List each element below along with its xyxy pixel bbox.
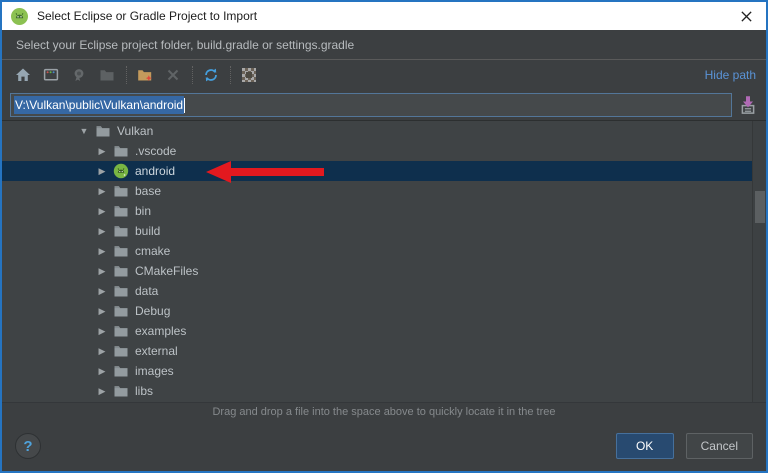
- chevron-collapsed-icon[interactable]: ▶: [96, 146, 108, 157]
- tree-row-vscode[interactable]: ▶ .vscode: [2, 141, 766, 161]
- new-folder-icon[interactable]: [134, 64, 156, 86]
- tree-row-label: external: [135, 344, 178, 358]
- refresh-icon[interactable]: [200, 64, 222, 86]
- dialog-title: Select Eclipse or Gradle Project to Impo…: [37, 9, 257, 23]
- folder-icon: [113, 343, 129, 359]
- chevron-collapsed-icon[interactable]: ▶: [96, 246, 108, 257]
- chevron-collapsed-icon[interactable]: ▶: [96, 286, 108, 297]
- tree-row-label: CMakeFiles: [135, 264, 198, 278]
- path-value: V:\Vulkan\public\Vulkan\android: [14, 96, 184, 114]
- folder-icon: [113, 223, 129, 239]
- cancel-button[interactable]: Cancel: [686, 433, 753, 459]
- help-icon[interactable]: ?: [15, 433, 41, 459]
- home-icon[interactable]: [12, 64, 34, 86]
- chevron-collapsed-icon[interactable]: ▶: [96, 206, 108, 217]
- folder-icon: [113, 203, 129, 219]
- chevron-collapsed-icon[interactable]: ▶: [96, 186, 108, 197]
- folder-icon: [113, 263, 129, 279]
- android-studio-icon: [11, 8, 28, 25]
- file-chooser-toolbar: Hide path: [2, 60, 766, 90]
- close-icon[interactable]: [735, 5, 757, 27]
- tree-row-build[interactable]: ▶ build: [2, 221, 766, 241]
- tree-row-label: examples: [135, 324, 186, 338]
- folder-icon: [113, 143, 129, 159]
- hide-path-link[interactable]: Hide path: [705, 68, 756, 82]
- tree-row-label: cmake: [135, 244, 170, 258]
- show-hidden-files-icon[interactable]: [238, 64, 260, 86]
- import-project-dialog: Select Eclipse or Gradle Project to Impo…: [0, 0, 768, 473]
- folder-icon: [113, 283, 129, 299]
- tree-row-libs[interactable]: ▶ libs: [2, 381, 766, 401]
- chevron-expanded-icon[interactable]: ▼: [78, 126, 90, 136]
- folder-icon: [113, 183, 129, 199]
- tree-row-label: bin: [135, 204, 151, 218]
- tree-row-label: android: [135, 164, 175, 178]
- folder-icon: [113, 323, 129, 339]
- tree-row-base[interactable]: ▶ base: [2, 181, 766, 201]
- tree-row-cmake[interactable]: ▶ cmake: [2, 241, 766, 261]
- instruction-text: Select your Eclipse project folder, buil…: [2, 30, 766, 60]
- chevron-collapsed-icon[interactable]: ▶: [96, 166, 108, 177]
- tree-row-label: images: [135, 364, 174, 378]
- tree-row-android[interactable]: ▶ android: [2, 161, 766, 181]
- text-caret: [184, 98, 185, 113]
- chevron-collapsed-icon[interactable]: ▶: [96, 366, 108, 377]
- drag-drop-hint: Drag and drop a file into the space abov…: [2, 402, 766, 421]
- folder-icon: [113, 303, 129, 319]
- tree-row-label: Debug: [135, 304, 170, 318]
- module-icon: [68, 64, 90, 86]
- ok-button[interactable]: OK: [616, 433, 674, 459]
- chevron-collapsed-icon[interactable]: ▶: [96, 326, 108, 337]
- chevron-collapsed-icon[interactable]: ▶: [96, 226, 108, 237]
- scrollbar-thumb[interactable]: [755, 191, 765, 223]
- tree-row-examples[interactable]: ▶ examples: [2, 321, 766, 341]
- tree-row-debug[interactable]: ▶ Debug: [2, 301, 766, 321]
- chevron-collapsed-icon[interactable]: ▶: [96, 266, 108, 277]
- tree-row-external[interactable]: ▶ external: [2, 341, 766, 361]
- folder-icon: [113, 363, 129, 379]
- delete-icon: [162, 64, 184, 86]
- folder-icon: [113, 383, 129, 399]
- toolbar-separator: [192, 66, 193, 84]
- path-row: V:\Vulkan\public\Vulkan\android: [2, 90, 766, 120]
- tree-row-label: build: [135, 224, 160, 238]
- path-input[interactable]: V:\Vulkan\public\Vulkan\android: [10, 93, 732, 117]
- folder-icon: [95, 123, 111, 139]
- tree-row-label: .vscode: [135, 144, 176, 158]
- folder-icon: [113, 243, 129, 259]
- tree-row-vulkan[interactable]: ▼ Vulkan: [2, 121, 766, 141]
- toolbar-separator: [126, 66, 127, 84]
- tree-row-label: base: [135, 184, 161, 198]
- file-tree: ▼ Vulkan ▶ .vscode ▶ android ▶ base ▶ bin ▶ build ▶ c…: [2, 120, 766, 402]
- dialog-footer: ? OK Cancel: [2, 421, 766, 471]
- tree-row-images[interactable]: ▶ images: [2, 361, 766, 381]
- tree-row-label: data: [135, 284, 158, 298]
- android-project-icon: [113, 163, 129, 179]
- chevron-collapsed-icon[interactable]: ▶: [96, 306, 108, 317]
- toolbar-separator: [230, 66, 231, 84]
- title-bar: Select Eclipse or Gradle Project to Impo…: [2, 2, 766, 30]
- tree-row-label: libs: [135, 384, 153, 398]
- project-folder-icon: [96, 64, 118, 86]
- jump-to-path-icon[interactable]: [738, 95, 758, 115]
- desktop-icon[interactable]: [40, 64, 62, 86]
- chevron-collapsed-icon[interactable]: ▶: [96, 386, 108, 397]
- scrollbar-track[interactable]: [752, 121, 766, 402]
- tree-row-bin[interactable]: ▶ bin: [2, 201, 766, 221]
- tree-row-cmakefiles[interactable]: ▶ CMakeFiles: [2, 261, 766, 281]
- tree-row-data[interactable]: ▶ data: [2, 281, 766, 301]
- tree-row-label: Vulkan: [117, 124, 153, 138]
- chevron-collapsed-icon[interactable]: ▶: [96, 346, 108, 357]
